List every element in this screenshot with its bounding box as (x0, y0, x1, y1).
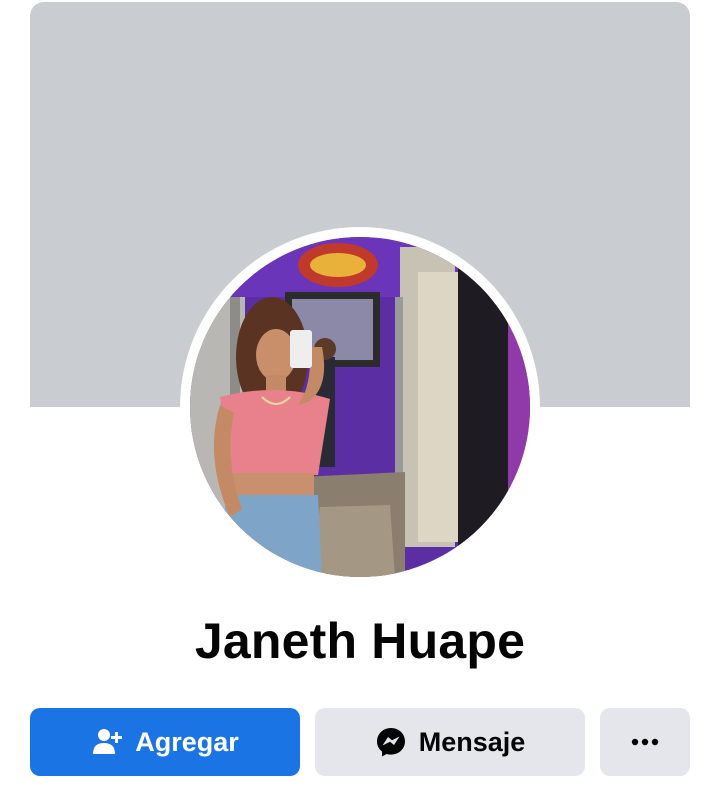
add-friend-icon (91, 726, 123, 758)
more-options-icon (631, 738, 659, 746)
profile-name: Janeth Huape (194, 613, 526, 669)
messenger-icon (375, 726, 407, 758)
profile-page: Janeth Huape Agregar Mensaje (0, 0, 720, 805)
profile-picture[interactable] (190, 237, 530, 577)
message-button[interactable]: Mensaje (315, 708, 585, 776)
add-friend-button[interactable]: Agregar (30, 708, 300, 776)
add-friend-label: Agregar (135, 726, 239, 757)
more-options-button[interactable] (600, 708, 690, 776)
message-label: Mensaje (418, 726, 526, 757)
